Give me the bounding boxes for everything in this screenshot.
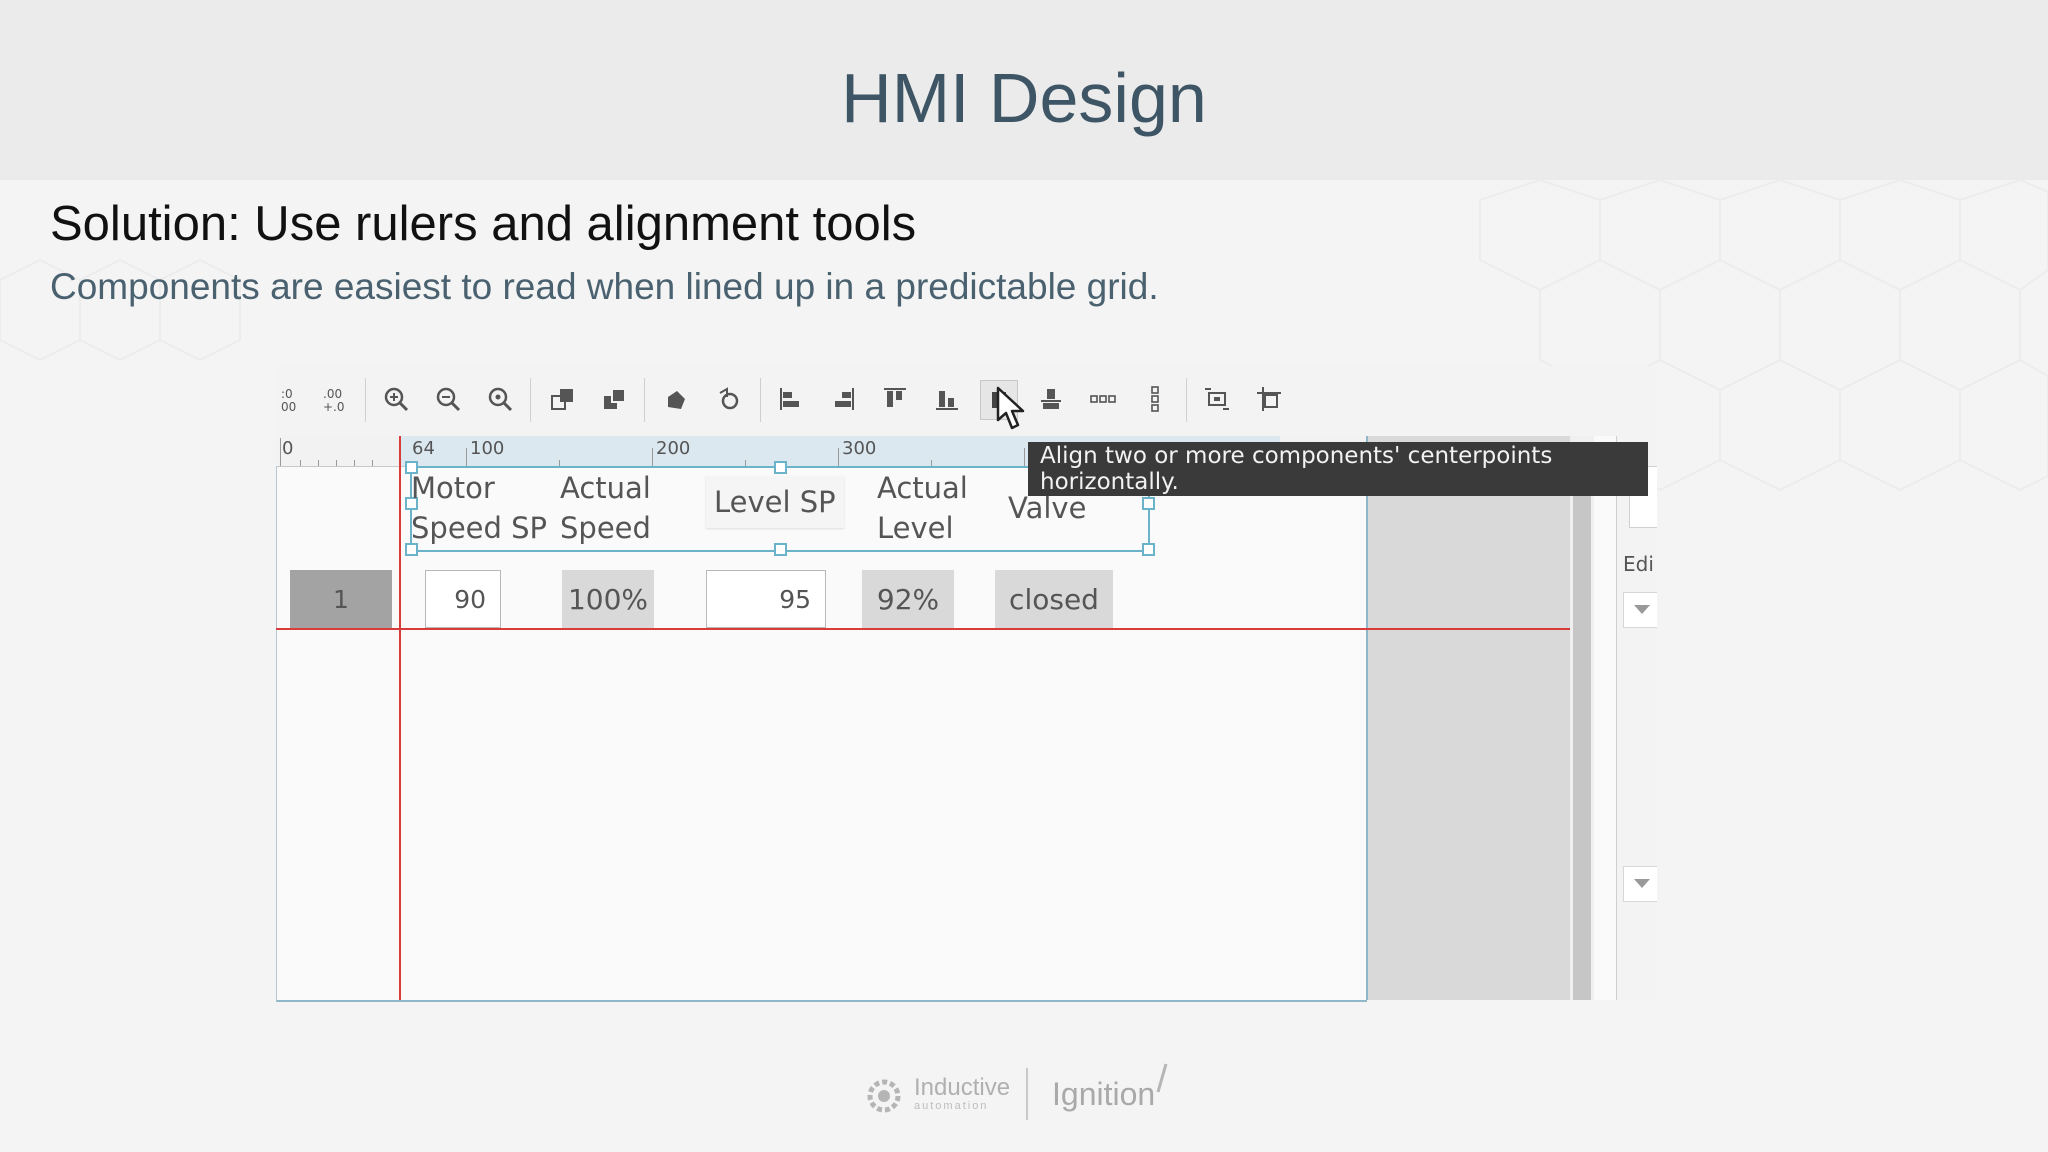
slide-title: HMI Design — [841, 59, 1207, 137]
align-top-icon[interactable] — [878, 382, 912, 416]
resize-handle[interactable] — [774, 461, 787, 474]
zoom-out-icon[interactable] — [431, 382, 465, 416]
vertical-guide-line[interactable] — [399, 436, 401, 1000]
ruler-label: 200 — [656, 438, 691, 459]
svg-text:.00: .00 — [323, 387, 342, 401]
mouse-cursor-icon — [996, 386, 1025, 430]
toolbar-tooltip: Align two or more components' centerpoin… — [1028, 442, 1648, 496]
valve-status-display: closed — [995, 570, 1113, 628]
group-icon[interactable] — [660, 382, 694, 416]
snap-to-grid-alt-icon[interactable]: .00 +.0 — [316, 382, 350, 416]
svg-text::0: :0 — [281, 387, 293, 401]
zoom-fit-icon[interactable] — [483, 382, 517, 416]
chevron-down-icon — [1634, 879, 1650, 888]
same-width-icon[interactable] — [1252, 382, 1286, 416]
align-right-icon[interactable] — [826, 382, 860, 416]
actual-speed-display: 100% — [562, 570, 654, 628]
solution-subtitle: Components are easiest to read when line… — [50, 266, 1159, 307]
distribute-horizontal-icon[interactable] — [1086, 382, 1120, 416]
resize-handle[interactable] — [774, 543, 787, 556]
footer-brand-inductive: Inductive — [914, 1074, 1011, 1101]
motor-speed-sp-input[interactable]: 90 — [425, 570, 501, 628]
edit-label: Edi — [1623, 552, 1654, 576]
alignment-toolbar: :0 00 .00 +.0 — [276, 366, 1656, 436]
ruler-label: 0 — [282, 438, 294, 459]
chevron-down-icon — [1634, 605, 1650, 614]
align-center-vertical-icon[interactable] — [1034, 382, 1068, 416]
horizontal-guide-line[interactable] — [276, 628, 1570, 630]
actual-level-display: 92% — [862, 570, 954, 628]
resize-handle[interactable] — [1142, 543, 1155, 556]
svg-text:00: 00 — [281, 400, 296, 413]
header-motor-speed-sp[interactable]: Motor Speed SP — [411, 468, 547, 548]
designer-screenshot: :0 00 .00 +.0 0 64 100 200 300 Edi Motor… — [276, 366, 1657, 1002]
scrollbar-thumb[interactable] — [1573, 456, 1591, 1000]
ungroup-icon[interactable] — [712, 382, 746, 416]
svg-text:+.0: +.0 — [323, 400, 345, 413]
ruler-label: 100 — [470, 438, 505, 459]
align-left-icon[interactable] — [774, 382, 808, 416]
send-backward-icon[interactable] — [598, 382, 632, 416]
level-sp-input[interactable]: 95 — [706, 570, 826, 628]
resize-handle[interactable] — [1142, 497, 1155, 510]
snap-to-grid-icon[interactable]: :0 00 — [276, 382, 310, 416]
footer-brand-inductive-sub: automation — [914, 1100, 989, 1112]
ruler-label: 300 — [842, 438, 877, 459]
property-dropdown[interactable] — [1623, 866, 1657, 902]
align-bottom-icon[interactable] — [930, 382, 964, 416]
same-size-icon[interactable] — [1200, 382, 1234, 416]
row-index: 1 — [290, 570, 392, 628]
header-actual-speed[interactable]: Actual Speed — [560, 468, 651, 548]
canvas-outside-area — [1366, 436, 1572, 1000]
header-actual-level[interactable]: Actual Level — [877, 468, 968, 548]
bring-forward-icon[interactable] — [546, 382, 580, 416]
zoom-in-icon[interactable] — [379, 382, 413, 416]
distribute-vertical-icon[interactable] — [1138, 382, 1172, 416]
footer-divider — [1026, 1068, 1028, 1120]
property-dropdown[interactable] — [1623, 592, 1657, 628]
footer-brand-ignition: Ignition — [1052, 1076, 1156, 1112]
ruler-label: 64 — [412, 438, 435, 459]
solution-title: Solution: Use rulers and alignment tools — [50, 197, 917, 251]
header-level-sp[interactable]: Level SP — [706, 476, 844, 528]
